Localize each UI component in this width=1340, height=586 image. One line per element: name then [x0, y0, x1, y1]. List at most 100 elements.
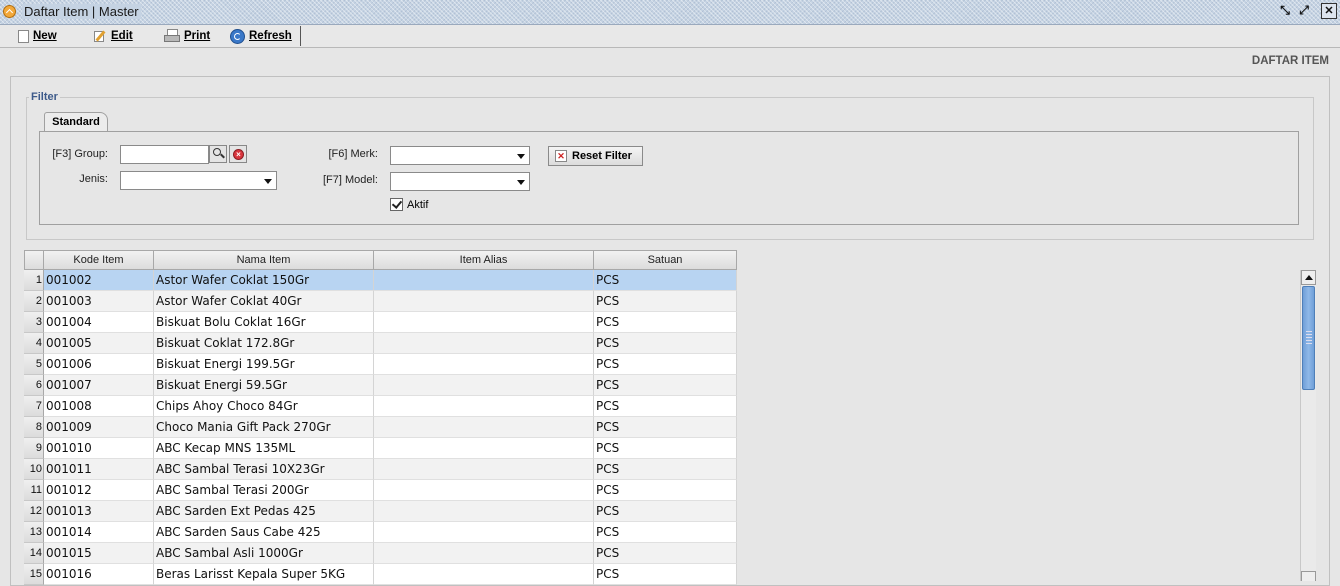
- restore-down-icon[interactable]: ⤡: [1277, 3, 1293, 19]
- table-row[interactable]: 11 001012 ABC Sambal Terasi 200Gr PCS: [24, 480, 737, 501]
- table-row[interactable]: 8 001009 Choco Mania Gift Pack 270Gr PCS: [24, 417, 737, 438]
- reset-filter-button[interactable]: ✕ Reset Filter: [548, 146, 643, 166]
- tab-standard[interactable]: Standard: [44, 112, 108, 132]
- cell-nama-item[interactable]: ABC Sarden Ext Pedas 425: [154, 501, 374, 522]
- table-row[interactable]: 14 001015 ABC Sambal Asli 1000Gr PCS: [24, 543, 737, 564]
- cell-nama-item[interactable]: Astor Wafer Coklat 40Gr: [154, 291, 374, 312]
- cell-item-alias[interactable]: [374, 312, 594, 333]
- cell-kode-item[interactable]: 001007: [44, 375, 154, 396]
- cell-satuan[interactable]: PCS: [594, 543, 737, 564]
- refresh-button-label: Refresh: [249, 30, 292, 42]
- cell-kode-item[interactable]: 001008: [44, 396, 154, 417]
- jenis-select[interactable]: [120, 171, 277, 190]
- cell-kode-item[interactable]: 001006: [44, 354, 154, 375]
- cell-nama-item[interactable]: ABC Sarden Saus Cabe 425: [154, 522, 374, 543]
- cell-kode-item[interactable]: 001012: [44, 480, 154, 501]
- cell-item-alias[interactable]: [374, 270, 594, 291]
- cell-nama-item[interactable]: Biskuat Coklat 172.8Gr: [154, 333, 374, 354]
- refresh-button[interactable]: Refresh: [230, 28, 292, 44]
- cell-satuan[interactable]: PCS: [594, 291, 737, 312]
- scroll-down-arrow-icon[interactable]: [1301, 571, 1316, 581]
- table-row[interactable]: 9 001010 ABC Kecap MNS 135ML PCS: [24, 438, 737, 459]
- cell-nama-item[interactable]: Choco Mania Gift Pack 270Gr: [154, 417, 374, 438]
- table-row[interactable]: 12 001013 ABC Sarden Ext Pedas 425 PCS: [24, 501, 737, 522]
- vertical-scrollbar[interactable]: [1300, 270, 1316, 581]
- cell-kode-item[interactable]: 001005: [44, 333, 154, 354]
- cell-item-alias[interactable]: [374, 480, 594, 501]
- float-icon[interactable]: ⤢: [1296, 3, 1312, 19]
- cell-item-alias[interactable]: [374, 291, 594, 312]
- new-button[interactable]: New: [18, 28, 57, 44]
- cell-satuan[interactable]: PCS: [594, 522, 737, 543]
- cell-kode-item[interactable]: 001003: [44, 291, 154, 312]
- scroll-up-arrow-icon[interactable]: [1301, 270, 1316, 285]
- cell-satuan[interactable]: PCS: [594, 417, 737, 438]
- cell-nama-item[interactable]: ABC Sambal Asli 1000Gr: [154, 543, 374, 564]
- cell-nama-item[interactable]: Biskuat Energi 199.5Gr: [154, 354, 374, 375]
- table-row[interactable]: 1 001002 Astor Wafer Coklat 150Gr PCS: [24, 270, 737, 291]
- cell-item-alias[interactable]: [374, 396, 594, 417]
- table-row[interactable]: 10 001011 ABC Sambal Terasi 10X23Gr PCS: [24, 459, 737, 480]
- column-header-nama[interactable]: Nama Item: [154, 250, 374, 270]
- column-header-kode[interactable]: Kode Item: [44, 250, 154, 270]
- aktif-checkbox[interactable]: [390, 198, 403, 211]
- cell-item-alias[interactable]: [374, 564, 594, 585]
- cell-satuan[interactable]: PCS: [594, 333, 737, 354]
- column-header-satuan[interactable]: Satuan: [594, 250, 737, 270]
- cell-satuan[interactable]: PCS: [594, 438, 737, 459]
- cell-nama-item[interactable]: Astor Wafer Coklat 150Gr: [154, 270, 374, 291]
- table-row[interactable]: 6 001007 Biskuat Energi 59.5Gr PCS: [24, 375, 737, 396]
- cell-satuan[interactable]: PCS: [594, 459, 737, 480]
- cell-kode-item[interactable]: 001013: [44, 501, 154, 522]
- group-clear-button[interactable]: ×: [229, 145, 247, 163]
- cell-nama-item[interactable]: Chips Ahoy Choco 84Gr: [154, 396, 374, 417]
- cell-satuan[interactable]: PCS: [594, 480, 737, 501]
- edit-button[interactable]: Edit: [94, 28, 133, 44]
- cell-kode-item[interactable]: 001016: [44, 564, 154, 585]
- table-row[interactable]: 2 001003 Astor Wafer Coklat 40Gr PCS: [24, 291, 737, 312]
- cell-nama-item[interactable]: Biskuat Energi 59.5Gr: [154, 375, 374, 396]
- table-row[interactable]: 5 001006 Biskuat Energi 199.5Gr PCS: [24, 354, 737, 375]
- close-icon[interactable]: ✕: [1321, 3, 1337, 19]
- cell-kode-item[interactable]: 001009: [44, 417, 154, 438]
- cell-item-alias[interactable]: [374, 354, 594, 375]
- cell-item-alias[interactable]: [374, 438, 594, 459]
- cell-satuan[interactable]: PCS: [594, 354, 737, 375]
- model-select[interactable]: [390, 172, 530, 191]
- cell-item-alias[interactable]: [374, 501, 594, 522]
- merk-select[interactable]: [390, 146, 530, 165]
- table-row[interactable]: 4 001005 Biskuat Coklat 172.8Gr PCS: [24, 333, 737, 354]
- table-row[interactable]: 15 001016 Beras Larisst Kepala Super 5KG PC…: [24, 564, 737, 585]
- cell-item-alias[interactable]: [374, 459, 594, 480]
- group-search-button[interactable]: [209, 145, 227, 163]
- table-row[interactable]: 7 001008 Chips Ahoy Choco 84Gr PCS: [24, 396, 737, 417]
- cell-kode-item[interactable]: 001010: [44, 438, 154, 459]
- cell-kode-item[interactable]: 001002: [44, 270, 154, 291]
- cell-item-alias[interactable]: [374, 333, 594, 354]
- cell-nama-item[interactable]: ABC Kecap MNS 135ML: [154, 438, 374, 459]
- print-button[interactable]: Print: [164, 28, 210, 44]
- cell-item-alias[interactable]: [374, 375, 594, 396]
- cell-item-alias[interactable]: [374, 417, 594, 438]
- cell-item-alias[interactable]: [374, 522, 594, 543]
- table-row[interactable]: 3 001004 Biskuat Bolu Coklat 16Gr PCS: [24, 312, 737, 333]
- cell-satuan[interactable]: PCS: [594, 396, 737, 417]
- cell-kode-item[interactable]: 001015: [44, 543, 154, 564]
- table-row[interactable]: 13 001014 ABC Sarden Saus Cabe 425 PCS: [24, 522, 737, 543]
- cell-satuan[interactable]: PCS: [594, 312, 737, 333]
- group-input[interactable]: [120, 145, 209, 164]
- cell-nama-item[interactable]: Beras Larisst Kepala Super 5KG: [154, 564, 374, 585]
- cell-kode-item[interactable]: 001011: [44, 459, 154, 480]
- scroll-thumb[interactable]: [1302, 286, 1315, 390]
- cell-satuan[interactable]: PCS: [594, 564, 737, 585]
- cell-kode-item[interactable]: 001004: [44, 312, 154, 333]
- cell-satuan[interactable]: PCS: [594, 375, 737, 396]
- cell-nama-item[interactable]: ABC Sambal Terasi 200Gr: [154, 480, 374, 501]
- cell-kode-item[interactable]: 001014: [44, 522, 154, 543]
- cell-nama-item[interactable]: ABC Sambal Terasi 10X23Gr: [154, 459, 374, 480]
- cell-satuan[interactable]: PCS: [594, 501, 737, 522]
- cell-nama-item[interactable]: Biskuat Bolu Coklat 16Gr: [154, 312, 374, 333]
- cell-item-alias[interactable]: [374, 543, 594, 564]
- column-header-alias[interactable]: Item Alias: [374, 250, 594, 270]
- cell-satuan[interactable]: PCS: [594, 270, 737, 291]
